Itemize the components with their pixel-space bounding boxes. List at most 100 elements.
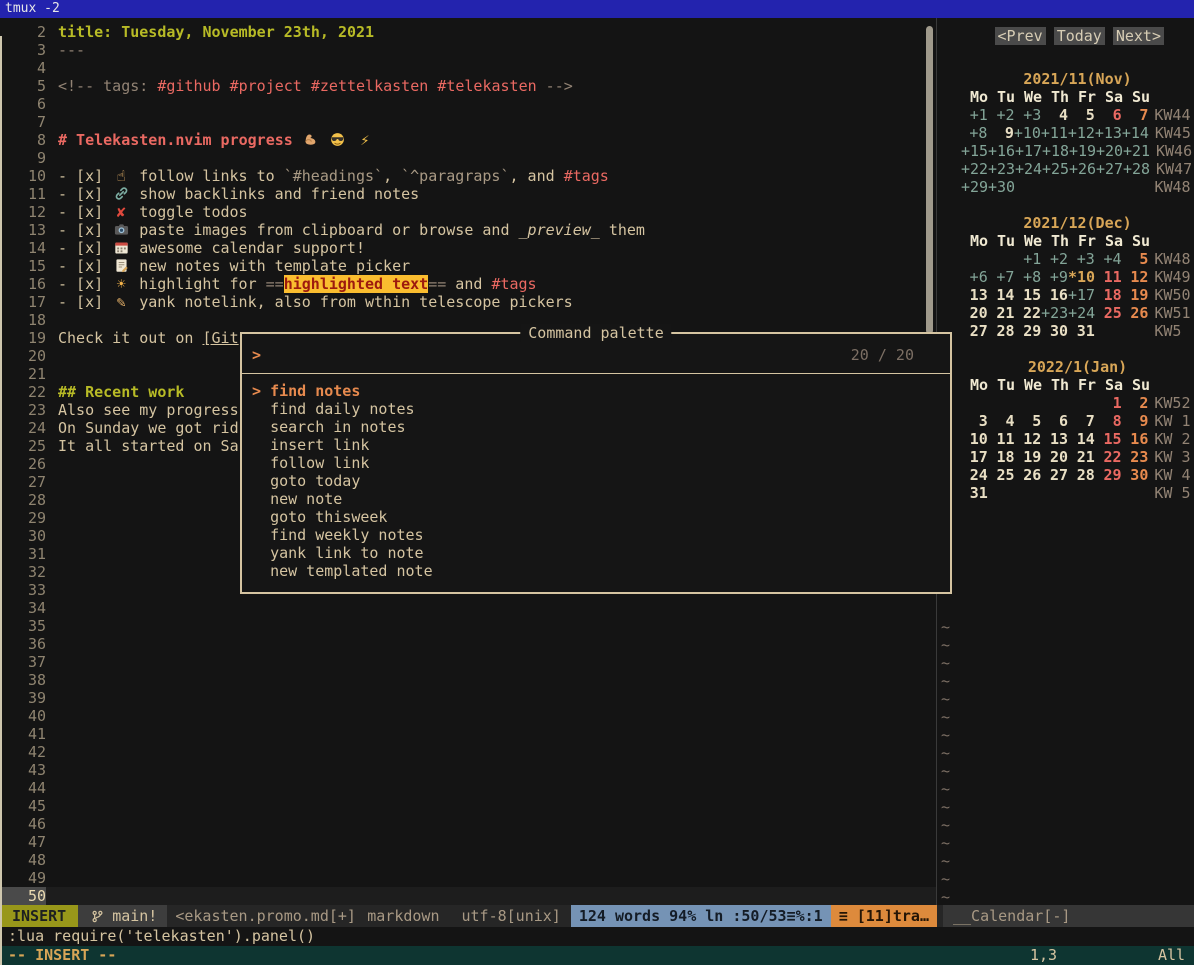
editor-line[interactable]: 38 [0, 671, 936, 689]
next-button[interactable]: Next> [1113, 27, 1164, 45]
calendar-date[interactable]: 5 [1068, 106, 1095, 124]
calendar-date[interactable]: 20 [1041, 448, 1068, 466]
scrollbar-thumb[interactable] [926, 26, 933, 334]
editor-line[interactable]: 9 [0, 149, 936, 167]
calendar-date[interactable]: 12 [1122, 268, 1149, 286]
calendar-date[interactable]: +23 [1041, 304, 1068, 322]
calendar-date[interactable]: 26 [1015, 466, 1042, 484]
calendar-date[interactable]: 8 [1095, 412, 1122, 430]
editor-line[interactable]: 49 [0, 869, 936, 887]
calendar-date[interactable]: +3 [1068, 250, 1095, 268]
calendar-date[interactable]: +9 [1041, 268, 1068, 286]
calendar-date[interactable]: 31 [1068, 322, 1095, 340]
calendar-date[interactable]: 23 [1122, 448, 1149, 466]
calendar-date[interactable]: +28 [1123, 160, 1150, 178]
editor-line[interactable]: 16- [x] ☀ highlight for ==highlighted te… [0, 275, 936, 293]
palette-item[interactable]: goto thisweek [242, 508, 950, 526]
palette-item[interactable]: insert link [242, 436, 950, 454]
calendar-date[interactable]: 21 [1068, 448, 1095, 466]
editor-line[interactable]: 8# Telekasten.nvim progress ⚡ [0, 131, 936, 149]
calendar-date[interactable]: 30 [1041, 322, 1068, 340]
calendar-date[interactable]: 7 [1122, 106, 1149, 124]
calendar-date[interactable]: +17 [1015, 142, 1042, 160]
calendar-date[interactable]: +8 [961, 124, 987, 142]
calendar-date[interactable]: 9 [987, 124, 1013, 142]
calendar-date[interactable]: +24 [1015, 160, 1042, 178]
editor-line[interactable]: 50 [0, 887, 936, 905]
calendar-date[interactable]: +27 [1096, 160, 1123, 178]
palette-item[interactable]: goto today [242, 472, 950, 490]
editor-line[interactable]: 37 [0, 653, 936, 671]
calendar-date[interactable]: 12 [1015, 430, 1042, 448]
calendar-date[interactable]: 19 [1122, 286, 1149, 304]
calendar-date[interactable]: +8 [1014, 268, 1041, 286]
calendar-date[interactable]: +23 [988, 160, 1015, 178]
editor-line[interactable]: 14- [x] awesome calendar support! [0, 239, 936, 257]
editor-line[interactable]: 5<!-- tags: #github #project #zettelkast… [0, 77, 936, 95]
calendar-date[interactable]: 14 [1068, 430, 1095, 448]
calendar-date[interactable]: 29 [1015, 322, 1042, 340]
calendar-date[interactable]: 17 [961, 448, 988, 466]
calendar-date[interactable]: 2 [1122, 394, 1149, 412]
calendar-date[interactable]: 18 [988, 448, 1015, 466]
calendar-date[interactable]: 16 [1041, 286, 1068, 304]
command-line[interactable]: :lua require('telekasten').panel() [0, 927, 1194, 946]
calendar-date[interactable]: 21 [988, 304, 1015, 322]
editor-line[interactable]: 15- [x] new notes with template picker [0, 257, 936, 275]
editor-line[interactable]: 48 [0, 851, 936, 869]
calendar-date[interactable]: 6 [1095, 106, 1122, 124]
editor-line[interactable]: 42 [0, 743, 936, 761]
calendar-date[interactable]: 15 [1095, 430, 1122, 448]
calendar-date[interactable]: +30 [988, 178, 1015, 196]
calendar-date[interactable]: 13 [961, 286, 988, 304]
calendar-date[interactable]: +14 [1122, 124, 1149, 142]
editor-line[interactable]: 10- [x] ☝ follow links to `#headings`, `… [0, 167, 936, 185]
calendar-date[interactable]: 5 [1015, 412, 1042, 430]
calendar-date[interactable]: +1 [1015, 250, 1042, 268]
editor-line[interactable]: 6 [0, 95, 936, 113]
calendar-date[interactable]: 19 [1015, 448, 1042, 466]
editor-line[interactable]: 4 [0, 59, 936, 77]
calendar-date[interactable]: 24 [961, 466, 988, 484]
editor-line[interactable]: 13- [x] paste images from clipboard or b… [0, 221, 936, 239]
calendar-date[interactable]: +20 [1096, 142, 1123, 160]
editor-line[interactable]: 39 [0, 689, 936, 707]
calendar-date[interactable]: 16 [1122, 430, 1149, 448]
palette-item[interactable]: new templated note [242, 562, 950, 580]
editor-line[interactable]: 17- [x] ✎ yank notelink, also from wthin… [0, 293, 936, 311]
calendar-date[interactable]: 18 [1095, 286, 1122, 304]
calendar-date[interactable]: +24 [1068, 304, 1095, 322]
prev-button[interactable]: <Prev [995, 27, 1046, 45]
editor-line[interactable]: 12- [x] ✘ toggle todos [0, 203, 936, 221]
palette-item[interactable]: yank link to note [242, 544, 950, 562]
editor-line[interactable]: 36 [0, 635, 936, 653]
calendar-date[interactable]: 9 [1122, 412, 1149, 430]
calendar-date[interactable]: +11 [1041, 124, 1068, 142]
editor-line[interactable]: 46 [0, 815, 936, 833]
calendar-date[interactable]: 27 [961, 322, 988, 340]
calendar-date[interactable]: 15 [1014, 286, 1041, 304]
calendar-date[interactable]: 1 [1095, 394, 1122, 412]
calendar-date[interactable]: 10 [961, 430, 988, 448]
calendar-date[interactable]: 13 [1041, 430, 1068, 448]
calendar-date[interactable]: +22 [961, 160, 988, 178]
editor-line[interactable]: 41 [0, 725, 936, 743]
calendar-date[interactable]: 25 [988, 466, 1015, 484]
calendar-date[interactable]: +13 [1095, 124, 1122, 142]
calendar-date[interactable]: 14 [988, 286, 1015, 304]
palette-item[interactable]: search in notes [242, 418, 950, 436]
calendar-date[interactable]: +2 [1041, 250, 1068, 268]
editor-line[interactable]: 34 [0, 599, 936, 617]
calendar-date[interactable]: +1 [961, 106, 988, 124]
calendar-date[interactable]: +6 [961, 268, 988, 286]
calendar-date[interactable]: +12 [1068, 124, 1095, 142]
calendar-date[interactable]: 6 [1041, 412, 1068, 430]
editor-line[interactable]: 11- [x] show backlinks and friend notes [0, 185, 936, 203]
calendar-date[interactable]: 4 [988, 412, 1015, 430]
calendar-date[interactable]: +21 [1123, 142, 1150, 160]
calendar-date[interactable]: +3 [1015, 106, 1042, 124]
calendar-date[interactable]: +16 [988, 142, 1015, 160]
calendar-date[interactable]: 28 [1068, 466, 1095, 484]
calendar-date[interactable]: 29 [1095, 466, 1122, 484]
calendar-date[interactable]: +15 [961, 142, 988, 160]
